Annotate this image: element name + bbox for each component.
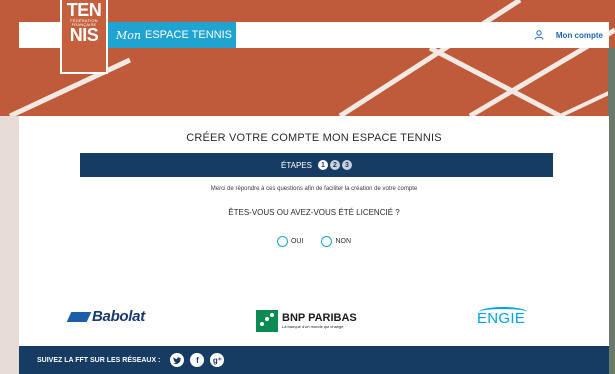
fft-logo[interactable]: TEN FÉDÉRATION FRANÇAISE NIS — [60, 0, 108, 74]
logo-top-text: TEN — [66, 0, 102, 20]
logo-bottom-text: NIS — [69, 25, 99, 45]
babolat-mark-icon — [66, 311, 92, 322]
radio-no-label: NON — [335, 238, 351, 245]
user-icon — [534, 30, 544, 40]
bnp-tagline: La banque d'un monde qui change — [282, 323, 344, 329]
facebook-icon[interactable]: f — [190, 353, 205, 367]
radio-yes-label: OUI — [290, 238, 304, 245]
twitter-icon[interactable] — [170, 353, 185, 367]
radio-yes-circle[interactable] — [276, 236, 288, 247]
brand-text: ESPACE TENNIS — [144, 29, 232, 41]
footer-bar: SUIVEZ LA FFT SUR LES RÉSEAUX : f g⁺ — [19, 346, 609, 374]
bnp-paribas-logo[interactable]: BNP PARIBAS La banque d'un monde qui cha… — [256, 310, 357, 332]
step-1-indicator: 1 — [317, 160, 328, 170]
babolat-text: Babolat — [92, 308, 145, 325]
licence-options: OUI NON — [19, 236, 609, 247]
account-label: Mon compte — [555, 30, 603, 40]
radio-yes[interactable]: OUI — [276, 236, 304, 247]
licence-question: ÊTES-VOUS OU AVEZ-VOUS ÉTÉ LICENCIÉ ? — [228, 208, 400, 217]
sponsors-strip: Babolat BNP PARIBAS La banque d'un monde… — [19, 296, 609, 346]
google-plus-icon[interactable]: g⁺ — [210, 353, 225, 367]
bnp-stars-icon — [256, 310, 278, 332]
social-links: f g⁺ — [170, 353, 225, 367]
bnp-name: BNP PARIBAS — [282, 311, 357, 324]
step-3-indicator: 3 — [341, 160, 352, 170]
engie-arc-icon — [479, 307, 527, 317]
brand-script: Mon — [116, 28, 141, 42]
babolat-logo[interactable]: Babolat — [66, 308, 145, 325]
radio-no-circle[interactable] — [321, 236, 333, 247]
page-title: CRÉER VOTRE COMPTE MON ESPACE TENNIS — [186, 132, 442, 144]
account-link[interactable]: Mon compte — [534, 22, 603, 48]
mon-espace-tennis-brand[interactable]: Mon ESPACE TENNIS — [108, 22, 236, 48]
radio-no[interactable]: NON — [321, 236, 351, 247]
steps-bar: ÉTAPES 1 2 3 — [80, 153, 553, 177]
step-2-indicator: 2 — [329, 160, 340, 170]
social-label: SUIVEZ LA FFT SUR LES RÉSEAUX : — [37, 356, 161, 364]
engie-logo[interactable]: ENGIE — [477, 307, 527, 327]
help-text: Merci de répondre à ces questions afin d… — [210, 186, 418, 192]
steps-label: ÉTAPES — [281, 160, 312, 170]
